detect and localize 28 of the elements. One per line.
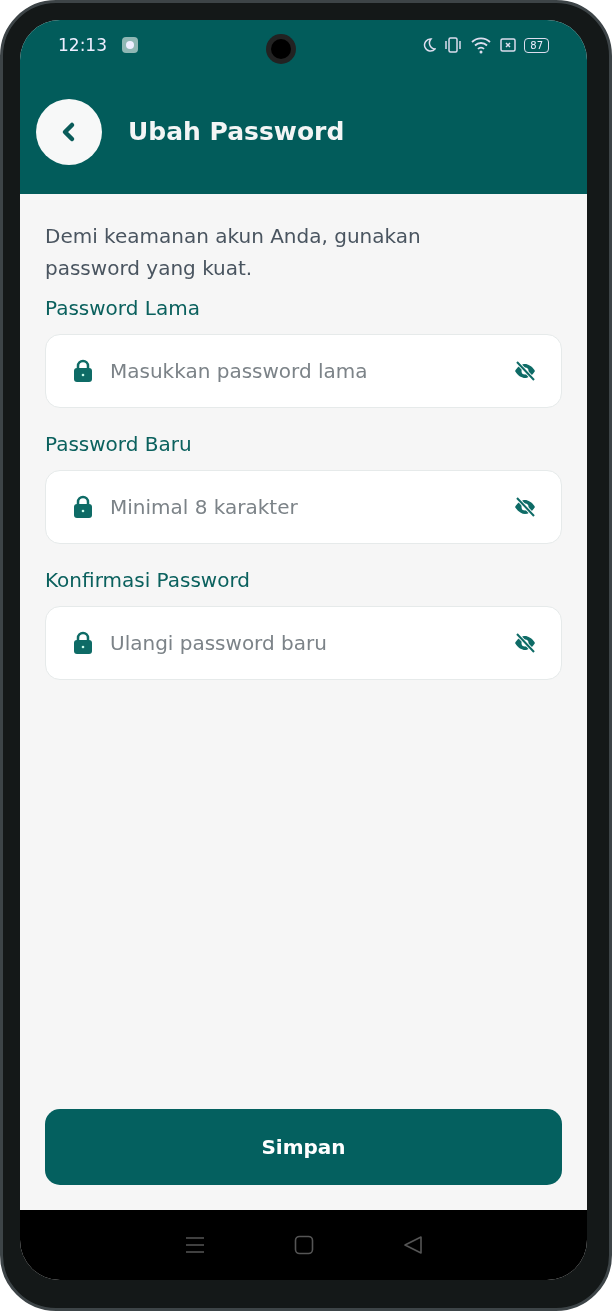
camera-icon bbox=[264, 33, 297, 65]
password-field[interactable]: Masukkan password lama bbox=[45, 334, 562, 408]
field-label: Password Lama bbox=[45, 296, 201, 320]
password-input[interactable]: Masukkan password lama bbox=[108, 358, 513, 384]
password-field[interactable]: Ulangi password baru bbox=[45, 606, 562, 680]
vibrate-icon bbox=[444, 36, 463, 54]
lock-icon bbox=[72, 631, 94, 655]
intro-text: Demi keamanan akun Anda, gunakan password yang kuat. bbox=[45, 223, 422, 282]
password-input[interactable]: Minimal 8 karakter bbox=[108, 494, 513, 520]
save-button[interactable]: Simpan bbox=[45, 1109, 562, 1185]
password-input[interactable]: Ulangi password baru bbox=[108, 630, 513, 656]
hidden-eye-icon[interactable] bbox=[513, 496, 537, 518]
back-triangle-icon[interactable] bbox=[402, 1235, 423, 1255]
field-label: Password Baru bbox=[45, 432, 193, 456]
battery-indicator: 87 bbox=[524, 37, 549, 53]
hidden-eye-icon[interactable] bbox=[513, 360, 537, 382]
field-label: Konfirmasi Password bbox=[45, 568, 251, 592]
moon-icon bbox=[422, 37, 437, 53]
lock-icon bbox=[72, 359, 94, 383]
wifi-icon bbox=[470, 36, 493, 54]
app-notification-icon bbox=[121, 36, 139, 54]
page-title: Ubah Password bbox=[128, 117, 345, 146]
password-field[interactable]: Minimal 8 karakter bbox=[45, 470, 562, 544]
lock-icon bbox=[72, 495, 94, 519]
hidden-eye-icon[interactable] bbox=[513, 632, 537, 654]
home-icon[interactable] bbox=[293, 1235, 314, 1255]
sim-icon bbox=[500, 37, 517, 53]
status-time: 12:13 bbox=[58, 35, 107, 55]
